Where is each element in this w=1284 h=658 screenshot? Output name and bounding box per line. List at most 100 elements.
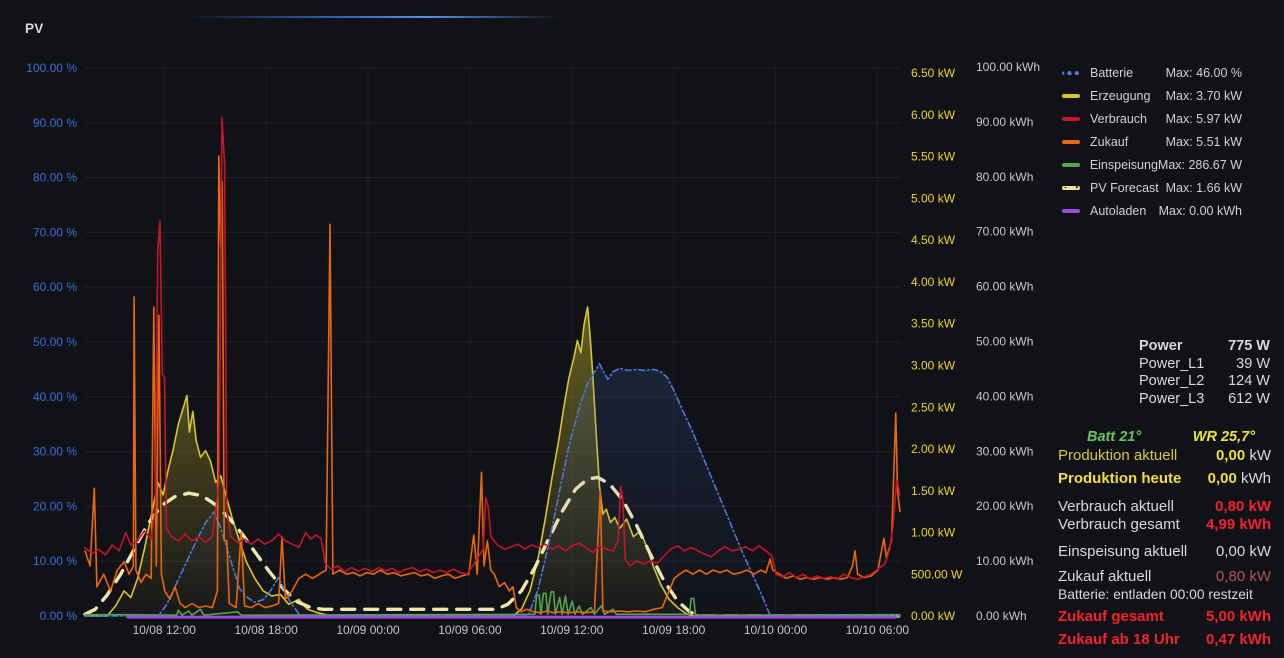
axis-label-right-kw: 5.00 kW	[911, 191, 956, 205]
legend-label: PV Forecast	[1090, 181, 1159, 195]
axis-label-left-pct: 60.00 %	[33, 280, 77, 294]
stat-value: 0,47 kWh	[1206, 631, 1271, 648]
power-stat-label: Power	[1139, 338, 1183, 356]
axis-label-right-kwh: 30.00 kWh	[976, 444, 1033, 458]
axis-label-right-kw: 4.50 kW	[911, 233, 956, 247]
axis-label-right-kw: 1.00 kW	[911, 526, 956, 540]
axis-label-right-kwh: 100.00 kWh	[976, 60, 1040, 74]
legend-max-value: Max: 5.51 kW	[1166, 135, 1242, 149]
stat-value: 5,00 kWh	[1206, 608, 1271, 625]
stat-value: 0,00	[1216, 447, 1245, 464]
stat-value: 0,80 kW	[1216, 568, 1271, 585]
dashboard: PV 100.00 %90.00 %80.00 %70.00 %60.00 %5…	[0, 0, 1284, 658]
axis-label-right-kw: 6.50 kW	[911, 66, 956, 80]
axis-label-left-pct: 10.00 %	[33, 554, 77, 568]
legend-max-value: Max: 3.70 kW	[1166, 89, 1242, 103]
temperature-header: Batt 21°WR 25,7°	[1058, 428, 1271, 446]
axis-label-right-kwh: 60.00 kWh	[976, 280, 1033, 294]
legend-solid-line-icon	[1062, 163, 1080, 167]
x-axis-label: 10/08 18:00	[234, 623, 298, 637]
axis-label-right-kwh: 80.00 kWh	[976, 170, 1033, 184]
stat-label: Verbrauch aktuell	[1058, 498, 1174, 516]
legend-solid-line-icon	[1062, 94, 1080, 98]
legend-solid-line-icon	[1062, 117, 1080, 121]
power-stat-row-power-l3: Power_L3612 W	[1139, 391, 1270, 409]
legend-item-verbrauch[interactable]: Verbrauch Max: 5.97 kW	[1062, 107, 1242, 130]
axis-label-right-kwh: 50.00 kWh	[976, 335, 1033, 349]
energy-stats-panel: Batt 21°WR 25,7°Produktion aktuell 0,00 k…	[1058, 428, 1271, 649]
legend-item-autoladen[interactable]: AutoladenMax: 0.00 kWh	[1062, 199, 1242, 222]
axis-label-left-pct: 100.00 %	[26, 61, 77, 75]
power-stat-row-power-l1: Power_L1 39 W	[1139, 356, 1270, 374]
power-stat-value: 124 W	[1228, 373, 1270, 391]
legend-dashed-line-icon	[1062, 186, 1080, 190]
stat-label: Zukauf ab 18 Uhr	[1058, 631, 1180, 649]
stat-unit: kW	[1245, 447, 1271, 464]
axis-label-right-kwh: 70.00 kWh	[976, 225, 1033, 239]
legend-label: Verbrauch	[1090, 112, 1147, 126]
axis-label-right-kw: 6.00 kW	[911, 108, 956, 122]
x-axis-label: 10/10 06:00	[846, 623, 910, 637]
power-stat-value: 39 W	[1236, 356, 1270, 374]
axis-label-left-pct: 50.00 %	[33, 335, 77, 349]
axis-label-right-kw: 4.00 kW	[911, 275, 956, 289]
chart-legend: BatterieMax: 46.00 %ErzeugungMax: 3.70 k…	[1062, 61, 1242, 222]
stat-label: Zukauf gesamt	[1058, 608, 1164, 626]
axis-label-right-kw: 3.00 kW	[911, 358, 956, 372]
stat-value: 0,00 kW	[1216, 543, 1271, 560]
legend-item-zukauf[interactable]: Zukauf Max: 5.51 kW	[1062, 130, 1242, 153]
axis-label-right-kwh: 20.00 kWh	[976, 499, 1033, 513]
legend-label: Zukauf	[1090, 135, 1128, 149]
axis-label-right-kw: 2.50 kW	[911, 400, 956, 414]
legend-solid-line-icon	[1062, 140, 1080, 144]
power-stat-row-power-l2: Power_L2 124 W	[1139, 373, 1270, 391]
stat-label: Verbrauch gesamt	[1058, 516, 1180, 534]
legend-label: Einspeisung	[1090, 158, 1158, 172]
legend-max-value: Max: 5.97 kW	[1166, 112, 1242, 126]
stat-label: Produktion aktuell	[1058, 447, 1177, 465]
axis-label-left-pct: 80.00 %	[33, 171, 77, 185]
legend-max-value: Max: 46.00 %	[1166, 66, 1242, 80]
power-stats-panel: Power775 WPower_L139 WPower_L2124 WPower…	[1139, 338, 1270, 408]
stat-value: 4,99 kWh	[1206, 516, 1271, 533]
axis-label-left-pct: 40.00 %	[33, 390, 77, 404]
power-stat-row-power: Power 775 W	[1139, 338, 1270, 356]
legend-solid-line-icon	[1062, 209, 1080, 213]
x-axis-label: 10/08 12:00	[133, 623, 197, 637]
power-stat-label: Power_L1	[1139, 356, 1204, 374]
axis-label-right-kw: 1.50 kW	[911, 484, 956, 498]
axis-label-left-pct: 90.00 %	[33, 116, 77, 130]
axis-label-left-pct: 30.00 %	[33, 445, 77, 459]
axis-label-right-kw: 2.00 kW	[911, 442, 956, 456]
inverter-temp: WR 25,7°	[1193, 428, 1255, 446]
axis-label-left-pct: 70.00 %	[33, 225, 77, 239]
x-axis-label: 10/09 00:00	[336, 623, 400, 637]
axis-label-right-kwh: 0.00 kWh	[976, 609, 1027, 623]
stat-label: Produktion heute	[1058, 470, 1181, 488]
power-stat-label: Power_L2	[1139, 373, 1204, 391]
axis-label-right-kwh: 40.00 kWh	[976, 389, 1033, 403]
x-axis-label: 10/09 06:00	[438, 623, 502, 637]
axis-label-right-kw: 5.50 kW	[911, 150, 956, 164]
axis-label-left-pct: 20.00 %	[33, 499, 77, 513]
axis-label-right-kw: 500.00 W	[911, 567, 963, 581]
legend-dotted-line-icon	[1062, 71, 1080, 75]
legend-item-pv-forecast[interactable]: PV ForecastMax: 1.66 kW	[1062, 176, 1242, 199]
power-stat-value: 775 W	[1228, 338, 1270, 356]
stat-row-produktion-aktuell: Produktion aktuell 0,00 kW	[1058, 447, 1271, 465]
axis-label-right-kwh: 90.00 kWh	[976, 115, 1033, 129]
x-axis-label: 10/09 18:00	[642, 623, 706, 637]
stat-value: 0,00	[1208, 470, 1237, 487]
stat-row-produktion-heute: Produktion heute0,00 kWh	[1058, 470, 1271, 488]
legend-item-erzeugung[interactable]: ErzeugungMax: 3.70 kW	[1062, 84, 1242, 107]
legend-item-einspeisung[interactable]: EinspeisungMax: 286.67 W	[1062, 153, 1242, 176]
stat-row-batterie: Batterie: entladen 00:00 restzeit	[1058, 586, 1271, 604]
stat-row-zukauf-ab-18-uhr: Zukauf ab 18 Uhr 0,47 kWh	[1058, 631, 1271, 649]
legend-item-batterie[interactable]: BatterieMax: 46.00 %	[1062, 61, 1242, 84]
stat-row-einspeisung-aktuell: Einspeisung aktuell 0,00 kW	[1058, 543, 1271, 561]
stat-row-zukauf-gesamt: Zukauf gesamt 5,00 kWh	[1058, 608, 1271, 626]
axis-label-right-kw: 0.00 kW	[911, 609, 956, 623]
stat-label: Einspeisung aktuell	[1058, 543, 1187, 561]
stat-row-zukauf-aktuell: Zukauf aktuell0,80 kW	[1058, 568, 1271, 586]
axis-label-left-pct: 0.00 %	[40, 609, 78, 623]
